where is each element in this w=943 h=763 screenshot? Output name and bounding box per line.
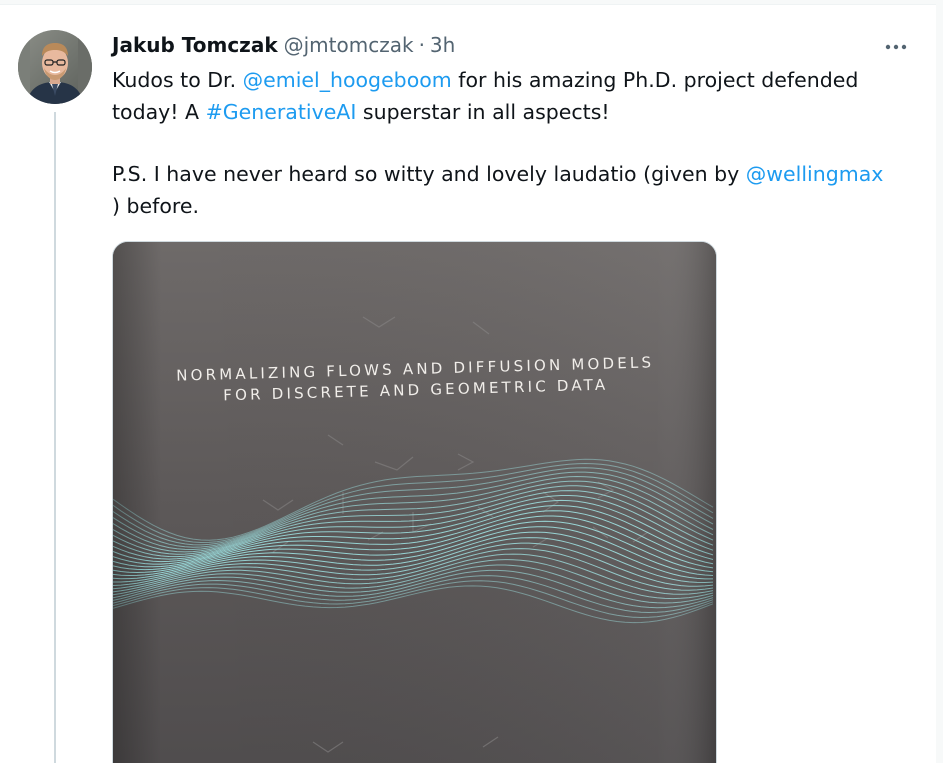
author-name[interactable]: Jakub Tomczak — [112, 33, 278, 57]
mention-link-emiel[interactable]: @emiel_hoogeboom — [243, 68, 452, 92]
tweet-media-image[interactable]: NORMALIZING FLOWS AND DIFFUSION MODELS F… — [112, 241, 717, 763]
text-segment: ) before. — [112, 193, 200, 218]
avatar-photo — [18, 30, 92, 104]
header-separator: · — [418, 33, 425, 57]
text-segment: Kudos to Dr. — [112, 68, 243, 92]
more-options-button[interactable] — [880, 33, 912, 61]
mention-link-wellingmax[interactable]: @wellingmax — [746, 162, 884, 186]
tweet-card[interactable]: Jakub Tomczak @jmtomczak · 3h Kudos to D… — [0, 4, 936, 763]
tweet-paragraph-2: P.S. I have never heard so witty and lov… — [112, 159, 912, 222]
thread-connector-line — [54, 112, 56, 763]
tweet-header: Jakub Tomczak @jmtomczak · 3h — [112, 33, 455, 57]
author-handle[interactable]: @jmtomczak — [284, 33, 414, 57]
tweet-text: Kudos to Dr. @emiel_hoogeboom for his am… — [112, 65, 912, 222]
text-segment: P.S. I have never heard so witty and lov… — [112, 162, 746, 186]
text-segment: superstar in all aspects! — [356, 99, 610, 124]
hashtag-link-generativeai[interactable]: #GenerativeAI — [206, 100, 357, 124]
tweet-timestamp[interactable]: 3h — [430, 33, 455, 57]
book-cover-illustration — [113, 242, 716, 763]
tweet-paragraph-1: Kudos to Dr. @emiel_hoogeboom for his am… — [112, 65, 912, 128]
more-horizontal-icon — [885, 44, 907, 50]
avatar[interactable] — [18, 30, 92, 104]
